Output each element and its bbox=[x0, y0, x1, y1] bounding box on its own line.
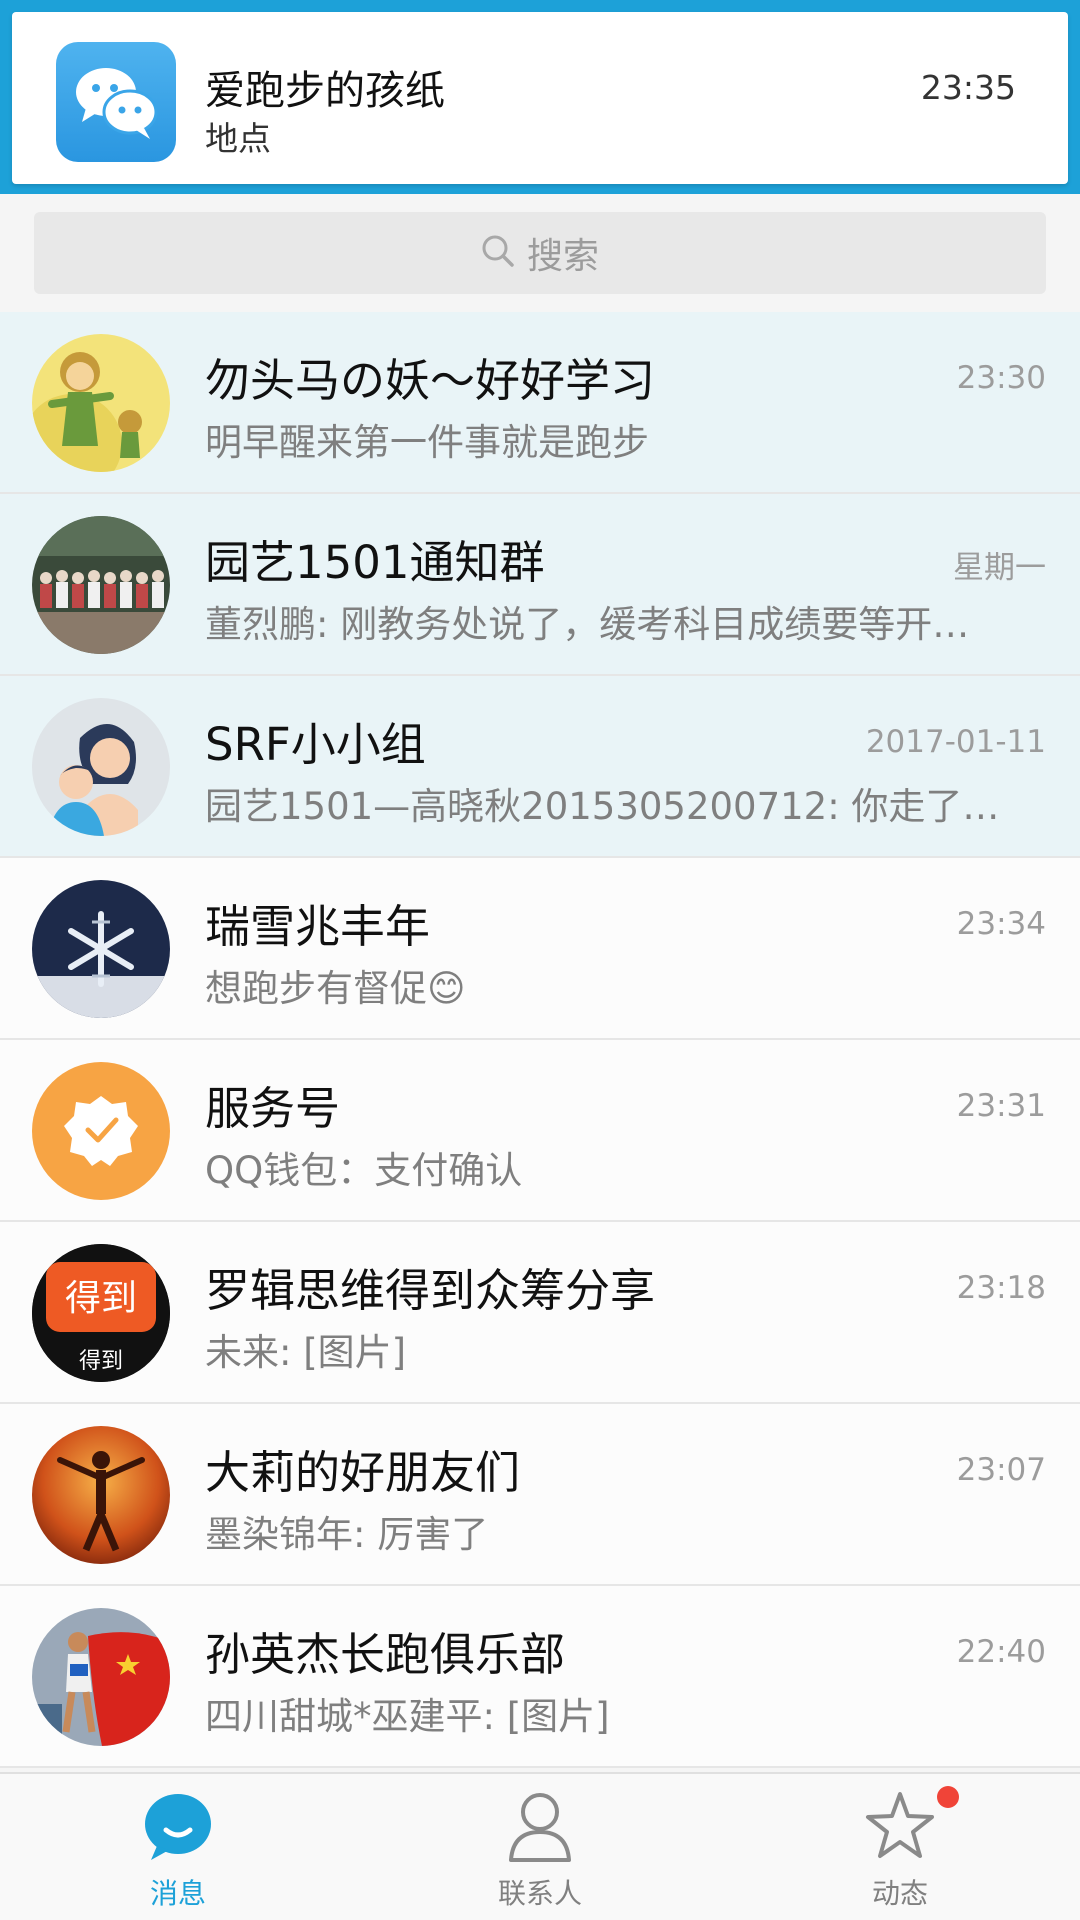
conversation-time: 星期一 bbox=[953, 550, 1046, 586]
star-icon bbox=[865, 1788, 935, 1864]
conversation-preview: 未来: [图片] bbox=[205, 1331, 407, 1374]
service-badge-avatar bbox=[32, 1062, 170, 1200]
tab-contacts[interactable]: 联系人 bbox=[420, 1774, 660, 1920]
conversation-time: 2017-01-11 bbox=[865, 724, 1046, 760]
search-bar[interactable]: 搜索 bbox=[34, 212, 1046, 294]
notification-time: 23:35 bbox=[920, 68, 1016, 107]
conversation-time: 23:18 bbox=[956, 1270, 1046, 1306]
conversation-name: 瑞雪兆丰年 bbox=[205, 900, 431, 953]
conversation-name: 罗辑思维得到众筹分享 bbox=[205, 1264, 656, 1317]
tab-messages[interactable]: 消息 bbox=[58, 1774, 298, 1920]
notification-subtitle: 地点 bbox=[205, 119, 271, 158]
message-bubble-icon bbox=[143, 1788, 213, 1864]
default-group-avatar bbox=[32, 698, 170, 836]
conversation-preview: 四川甜城*巫建平: [图片] bbox=[205, 1695, 610, 1738]
search-area: 搜索 bbox=[0, 194, 1080, 312]
conversation-time: 22:40 bbox=[956, 1634, 1046, 1670]
conversation-name: 大莉的好朋友们 bbox=[205, 1446, 521, 1499]
tab-label: 联系人 bbox=[497, 1877, 582, 1910]
conversation-preview: 墨染锦年: 厉害了 bbox=[205, 1513, 489, 1556]
conversation-name: SRF小小组 bbox=[205, 718, 426, 771]
conversation-preview: QQ钱包：支付确认 bbox=[205, 1149, 523, 1192]
tab-label: 消息 bbox=[149, 1877, 206, 1910]
conversation-name: 孙英杰长跑俱乐部 bbox=[205, 1628, 566, 1681]
tab-label: 动态 bbox=[871, 1877, 928, 1910]
wechat-chat-icon bbox=[56, 42, 176, 162]
conversation-row[interactable]: 得到 得到 罗辑思维得到众筹分享 未来: [图片] 23:18 bbox=[0, 1222, 1080, 1404]
conversation-row[interactable]: 孙英杰长跑俱乐部 四川甜城*巫建平: [图片] 22:40 bbox=[0, 1586, 1080, 1768]
bottom-tab-bar: 消息 联系人 动态 bbox=[0, 1772, 1080, 1920]
group-photo-avatar bbox=[32, 516, 170, 654]
conversation-row[interactable]: 服务号 QQ钱包：支付确认 23:31 bbox=[0, 1040, 1080, 1222]
conversation-row[interactable]: SRF小小组 园艺1501—高晓秋2015305200712: 你走了吗? 20… bbox=[0, 676, 1080, 858]
contacts-person-icon bbox=[505, 1788, 575, 1864]
conversation-row[interactable]: 大莉的好朋友们 墨染锦年: 厉害了 23:07 bbox=[0, 1404, 1080, 1586]
search-placeholder: 搜索 bbox=[526, 236, 599, 277]
conversation-name: 服务号 bbox=[205, 1082, 341, 1135]
conversation-name: 园艺1501通知群 bbox=[205, 536, 545, 589]
snowflake-avatar bbox=[32, 880, 170, 1018]
conversation-preview: 园艺1501—高晓秋2015305200712: 你走了吗? bbox=[205, 785, 1005, 828]
notification-badge-dot bbox=[937, 1786, 959, 1808]
conversation-row[interactable]: 园艺1501通知群 董烈鹏: 刚教务处说了，缓考科目成绩要等开… 星期一 bbox=[0, 494, 1080, 676]
search-icon bbox=[481, 234, 515, 272]
conversation-list: 勿头马の妖～好好学习 明早醒来第一件事就是跑步 23:30 园艺1501通知群 … bbox=[0, 312, 1080, 1768]
notification-title: 爱跑步的孩纸 bbox=[205, 68, 445, 114]
flag-runner-avatar bbox=[32, 1608, 170, 1746]
notification-card[interactable]: 爱跑步的孩纸 地点 23:35 bbox=[12, 12, 1068, 184]
qq-screen: 爱跑步的孩纸 地点 23:35 搜索 勿头马の妖～好好学习 明早醒来第一件事就是… bbox=[0, 0, 1080, 1920]
conversation-row[interactable]: 瑞雪兆丰年 想跑步有督促😊 23:34 bbox=[0, 858, 1080, 1040]
avatar-logo-subtext: 得到 bbox=[79, 1349, 123, 1374]
conversation-time: 23:31 bbox=[956, 1088, 1046, 1124]
conversation-row[interactable]: 勿头马の妖～好好学习 明早醒来第一件事就是跑步 23:30 bbox=[0, 312, 1080, 494]
conversation-time: 23:34 bbox=[956, 906, 1046, 942]
conversation-preview: 董烈鹏: 刚教务处说了，缓考科目成绩要等开… bbox=[205, 603, 970, 646]
tab-moments[interactable]: 动态 bbox=[780, 1774, 1020, 1920]
conversation-preview: 想跑步有督促😊 bbox=[205, 967, 466, 1010]
runner-orange-avatar bbox=[32, 1426, 170, 1564]
conversation-time: 23:30 bbox=[956, 360, 1046, 396]
notification-banner-area: 爱跑步的孩纸 地点 23:35 bbox=[0, 0, 1080, 194]
conversation-time: 23:07 bbox=[956, 1452, 1046, 1488]
dedao-logo-avatar: 得到 得到 bbox=[32, 1244, 170, 1382]
cartoon-girl-avatar bbox=[32, 334, 170, 472]
avatar-logo-text: 得到 bbox=[65, 1278, 137, 1319]
conversation-preview: 明早醒来第一件事就是跑步 bbox=[205, 421, 649, 464]
conversation-name: 勿头马の妖～好好学习 bbox=[205, 354, 656, 407]
